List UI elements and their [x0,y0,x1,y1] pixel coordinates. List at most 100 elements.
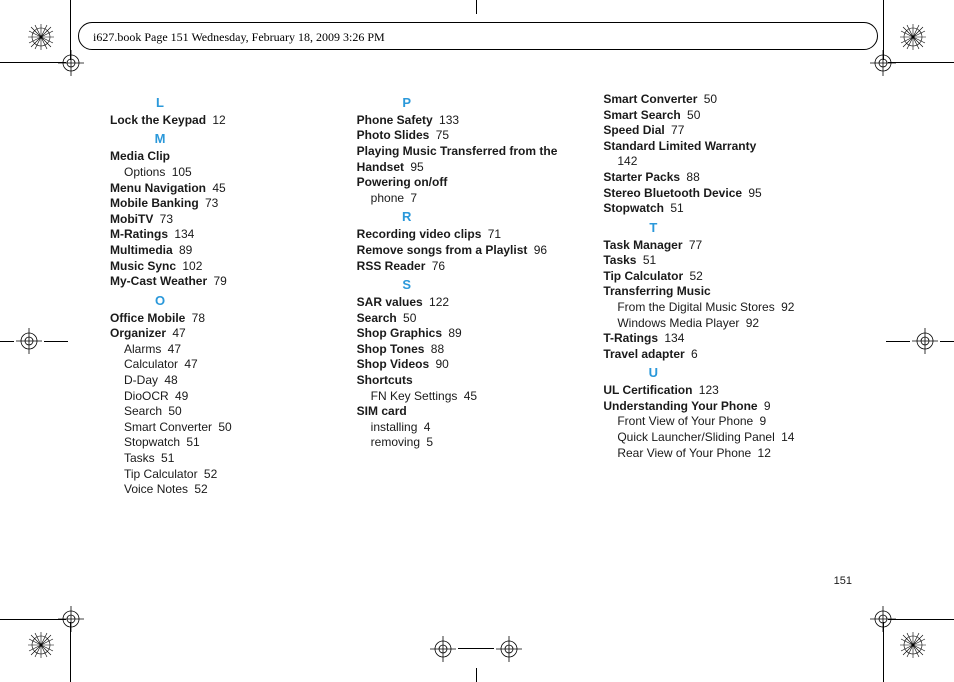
index-page-ref: 52 [191,482,208,496]
index-entry: Shop Videos 90 [357,357,604,373]
index-subterm: DioOCR [124,389,169,403]
index-term: Music Sync [110,259,176,273]
index-entry: Understanding Your Phone 9 [603,399,850,415]
index-subterm: Tasks [124,451,155,465]
index-term: Menu Navigation [110,181,206,195]
index-entry: Tasks 51 [603,253,850,269]
index-page-ref: 95 [407,160,424,174]
section-letter: L [110,95,210,112]
index-subterm: From the Digital Music Stores [617,300,774,314]
index-term: Understanding Your Phone [603,399,757,413]
index-page-ref: 7 [407,191,417,205]
registration-mark-icon [900,24,926,50]
index-page-only: 142 [617,154,850,170]
index-entry: Travel adapter 6 [603,347,850,363]
index-subentry: Tasks 51 [124,451,357,467]
index-subentry: installing 4 [371,420,604,436]
index-entry: Organizer 47 [110,326,357,342]
index-subentry: Quick Launcher/Sliding Panel 14 [617,430,850,446]
index-term: Shortcuts [357,373,413,387]
index-page-ref: 50 [165,404,182,418]
index-term: Lock the Keypad [110,113,206,127]
index-entry: Shop Tones 88 [357,342,604,358]
index-column-1: LLock the Keypad 12MMedia ClipOptions 10… [110,92,357,498]
page-number: 151 [834,575,852,587]
index-page-ref: 134 [661,331,684,345]
index-page-ref: 134 [171,227,194,241]
section-letter: S [357,277,457,294]
registration-mark-icon [912,328,938,354]
index-page-ref: 52 [201,467,218,481]
index-page-ref: 89 [176,243,193,257]
index-page-ref: 79 [210,274,227,288]
index-page-ref: 73 [202,196,219,210]
index-term: Media Clip [110,149,170,163]
index-page-ref: 71 [484,227,501,241]
crop-mark [476,0,477,14]
index-page-ref: 14 [778,430,795,444]
index-subentry: Voice Notes 52 [124,482,357,498]
index-subterm: Tip Calculator [124,467,198,481]
index-term: Mobile Banking [110,196,199,210]
crop-mark [476,668,477,682]
registration-mark-icon [900,632,926,658]
index-entry: Smart Search 50 [603,108,850,124]
index-subterm: Smart Converter [124,420,212,434]
index-entry: M-Ratings 134 [110,227,357,243]
index-page-ref: 89 [445,326,462,340]
index-entry: Photo Slides 75 [357,128,604,144]
index-entry: T-Ratings 134 [603,331,850,347]
index-subterm: Options [124,165,165,179]
index-subentry: Rear View of Your Phone 12 [617,446,850,462]
index-term: Phone Safety [357,113,433,127]
index-page-ref: 88 [427,342,444,356]
index-page-ref: 77 [668,123,685,137]
index-page-ref: 90 [432,357,449,371]
index-page-ref: 78 [188,311,205,325]
index-page-ref: 52 [686,269,703,283]
index-term: Shop Tones [357,342,425,356]
index-page-ref: 47 [181,357,198,371]
index-subentry: Front View of Your Phone 9 [617,414,850,430]
index-subentry: Tip Calculator 52 [124,467,357,483]
index-content: LLock the Keypad 12MMedia ClipOptions 10… [110,92,850,498]
registration-mark-icon [870,606,896,632]
section-letter: T [603,220,703,237]
index-subterm: D-Day [124,373,158,387]
section-letter: R [357,209,457,226]
registration-mark-icon [496,636,522,662]
index-page-ref: 48 [161,373,178,387]
index-entry: Starter Packs 88 [603,170,850,186]
index-page-ref: 50 [684,108,701,122]
index-page-ref: 6 [688,347,698,361]
registration-mark-icon [430,636,456,662]
index-subentry: Options 105 [124,165,357,181]
index-page-ref: 47 [164,342,181,356]
index-term: Smart Search [603,108,680,122]
index-term: Remove songs from a Playlist [357,243,528,257]
index-term: Transferring Music [603,284,710,298]
index-entry: Multimedia 89 [110,243,357,259]
index-subentry: D-Day 48 [124,373,357,389]
section-letter: O [110,293,210,310]
index-column-2: PPhone Safety 133Photo Slides 75Playing … [357,92,604,498]
index-page-ref: 45 [460,389,477,403]
index-term: Travel adapter [603,347,684,361]
index-subterm: Rear View of Your Phone [617,446,751,460]
index-entry: Task Manager 77 [603,238,850,254]
index-page-ref: 45 [209,181,226,195]
index-subentry: DioOCR 49 [124,389,357,405]
index-page-ref: 75 [432,128,449,142]
index-subentry: Windows Media Player 92 [617,316,850,332]
document-header: i627.book Page 151 Wednesday, February 1… [78,22,878,50]
index-term: SIM card [357,404,407,418]
crop-mark [888,619,954,620]
index-page-ref: 92 [778,300,795,314]
registration-mark-icon [16,328,42,354]
index-page-ref: 95 [745,186,762,200]
index-subterm: Stopwatch [124,435,180,449]
index-page-ref: 50 [400,311,417,325]
registration-mark-icon [870,50,896,76]
index-subterm: FN Key Settings [371,389,458,403]
index-term: Starter Packs [603,170,680,184]
